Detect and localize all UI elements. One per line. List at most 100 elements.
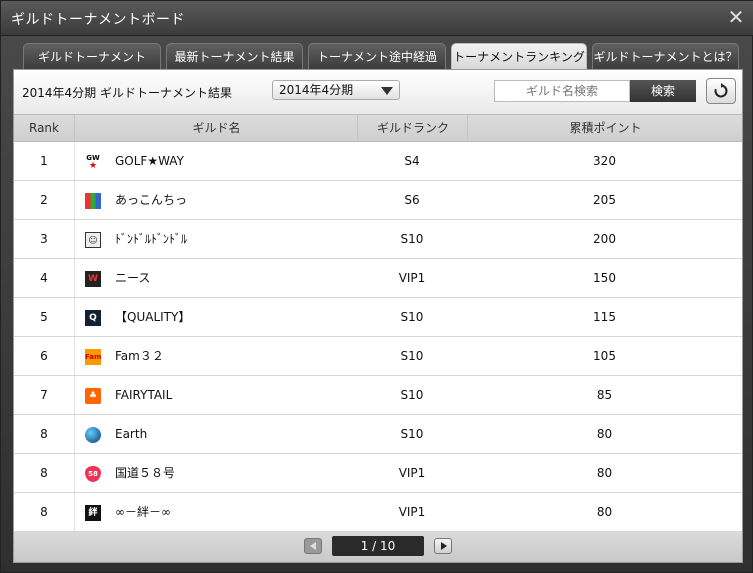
kizuna-emblem-icon: 絆: [85, 505, 101, 521]
points-cell: 205: [593, 193, 616, 207]
next-page-button[interactable]: [434, 538, 452, 554]
guild-name-cell: W ニース: [74, 259, 358, 297]
rank-cell: 8: [40, 427, 48, 441]
points-cell: 115: [593, 310, 616, 324]
header-points[interactable]: 累積ポイント: [467, 115, 743, 141]
rank-cell: 6: [40, 349, 48, 363]
face-emblem-icon: ☺: [85, 232, 101, 248]
guild-name-cell: Q 【QUALITY】: [74, 298, 358, 336]
guild-name: Earth: [115, 427, 148, 441]
table-row[interactable]: 6 Fam Fam３２ S10 105: [14, 337, 742, 376]
rank-cell: 8: [40, 505, 48, 519]
rank-cell: 7: [40, 388, 48, 402]
rank-cell: 1: [40, 154, 48, 168]
chevron-down-icon: [381, 87, 393, 95]
table-row[interactable]: 2 あっこんちっ S6 205: [14, 181, 742, 220]
globe-emblem-icon: [85, 427, 101, 443]
tab-midway-progress[interactable]: トーナメント途中経過: [308, 43, 446, 69]
refresh-icon: [714, 83, 728, 98]
filter-bar: 2014年4分期 ギルドトーナメント結果 2014年4分期 検索: [14, 70, 742, 114]
pixel-emblem-icon: [85, 193, 101, 209]
points-cell: 320: [593, 154, 616, 168]
q-emblem-icon: Q: [85, 310, 101, 326]
guild-rank-cell: S4: [404, 154, 420, 168]
header-guild-rank[interactable]: ギルドランク: [357, 115, 468, 141]
period-select-value: 2014年4分期: [279, 83, 354, 97]
guild-name-cell: ☺ ﾄﾞﾝﾄﾞﾙﾄﾞﾝﾄﾞﾙ: [74, 220, 358, 258]
tab-latest-results[interactable]: 最新トーナメント結果: [166, 43, 303, 69]
guild-name-cell: GW ★ GOLF★WAY: [74, 142, 358, 180]
tab-about[interactable]: ギルドトーナメントとは？: [592, 43, 739, 69]
ranking-panel: 2014年4分期 ギルドトーナメント結果 2014年4分期 検索 Rank ギル…: [13, 69, 743, 563]
period-select[interactable]: 2014年4分期: [272, 80, 400, 100]
guild-tournament-window: ギルドトーナメントボード ✕ ギルドトーナメント 最新トーナメント結果 トーナメ…: [0, 0, 753, 573]
guild-rank-cell: S10: [400, 427, 424, 441]
guild-rank-cell: S10: [400, 388, 424, 402]
table-row[interactable]: 4 W ニース VIP1 150: [14, 259, 742, 298]
window-title: ギルドトーナメントボード: [11, 12, 185, 28]
table-row[interactable]: 7 ♣ FAIRYTAIL S10 85: [14, 376, 742, 415]
guild-name: 国道５８号: [115, 466, 176, 480]
tab-bar: ギルドトーナメント 最新トーナメント結果 トーナメント途中経過 トーナメントラン…: [23, 43, 743, 69]
guild-name-cell: あっこんちっ: [74, 181, 358, 219]
guild-rank-cell: VIP1: [398, 505, 426, 519]
points-cell: 80: [596, 466, 613, 480]
points-cell: 150: [593, 271, 616, 285]
tab-guild-tournament[interactable]: ギルドトーナメント: [23, 43, 161, 69]
table-row[interactable]: 1 GW ★ GOLF★WAY S4 320: [14, 142, 742, 181]
table-header: Rank ギルド名 ギルドランク 累積ポイント: [14, 114, 742, 142]
table-row[interactable]: 8 58 国道５８号 VIP1 80: [14, 454, 742, 493]
rank-cell: 4: [40, 271, 48, 285]
guild-name-cell: Earth: [74, 415, 358, 453]
guild-name: ﾄﾞﾝﾄﾞﾙﾄﾞﾝﾄﾞﾙ: [115, 232, 188, 246]
guild-name: FAIRYTAIL: [115, 388, 173, 402]
guild-rank-cell: S10: [400, 310, 424, 324]
table-row[interactable]: 8 絆 ∞－絆－∞ VIP1 80: [14, 493, 742, 532]
refresh-button[interactable]: [706, 78, 736, 104]
guild-rank-cell: VIP1: [398, 466, 426, 480]
guild-name-cell: 58 国道５８号: [74, 454, 358, 492]
points-cell: 80: [596, 427, 613, 441]
shield-emblem-icon: W: [85, 271, 101, 287]
gw-star-emblem-icon: GW ★: [86, 154, 100, 171]
table-row[interactable]: 8 Earth S10 80: [14, 415, 742, 454]
guild-name: GOLF★WAY: [115, 154, 184, 168]
fairy-emblem-icon: ♣: [85, 388, 101, 404]
chevron-right-icon: [441, 542, 447, 550]
guild-name-cell: 絆 ∞－絆－∞: [74, 493, 358, 531]
guild-name: あっこんちっ: [115, 193, 188, 207]
guild-name-cell: Fam Fam３２: [74, 337, 358, 375]
title-bar[interactable]: ギルドトーナメントボード ✕: [1, 1, 753, 36]
chevron-left-icon: [310, 542, 316, 550]
rank-cell: 5: [40, 310, 48, 324]
guild-search-input[interactable]: [494, 80, 630, 102]
guild-name: ∞－絆－∞: [115, 505, 171, 519]
guild-rank-cell: S10: [400, 232, 424, 246]
page-indicator: 1 / 10: [332, 536, 424, 556]
guild-rank-cell: S10: [400, 349, 424, 363]
close-icon[interactable]: ✕: [726, 7, 746, 27]
table-row[interactable]: 3 ☺ ﾄﾞﾝﾄﾞﾙﾄﾞﾝﾄﾞﾙ S10 200: [14, 220, 742, 259]
guild-name: 【QUALITY】: [115, 310, 191, 324]
guild-name: ニース: [115, 271, 151, 285]
tab-ranking[interactable]: トーナメントランキング: [451, 43, 587, 69]
points-cell: 85: [596, 388, 613, 402]
points-cell: 80: [596, 505, 613, 519]
pagination: 1 / 10: [14, 532, 742, 562]
table-row[interactable]: 5 Q 【QUALITY】 S10 115: [14, 298, 742, 337]
points-cell: 105: [593, 349, 616, 363]
header-guild-name[interactable]: ギルド名: [74, 115, 358, 141]
search-button[interactable]: 検索: [630, 80, 696, 102]
period-label: 2014年4分期 ギルドトーナメント結果: [22, 86, 232, 100]
rank-cell: 3: [40, 232, 48, 246]
guild-rank-cell: S6: [404, 193, 420, 207]
rank-cell: 2: [40, 193, 48, 207]
prev-page-button[interactable]: [304, 538, 322, 554]
points-cell: 200: [593, 232, 616, 246]
header-rank[interactable]: Rank: [14, 115, 74, 141]
ranking-table: 1 GW★ GOLF★WAY S4 320 2 あっこんちっ S6 205 3: [14, 142, 742, 532]
guild-name-cell: ♣ FAIRYTAIL: [74, 376, 358, 414]
route-58-emblem-icon: 58: [85, 466, 101, 482]
rank-cell: 8: [40, 466, 48, 480]
guild-name: Fam３２: [115, 349, 164, 363]
